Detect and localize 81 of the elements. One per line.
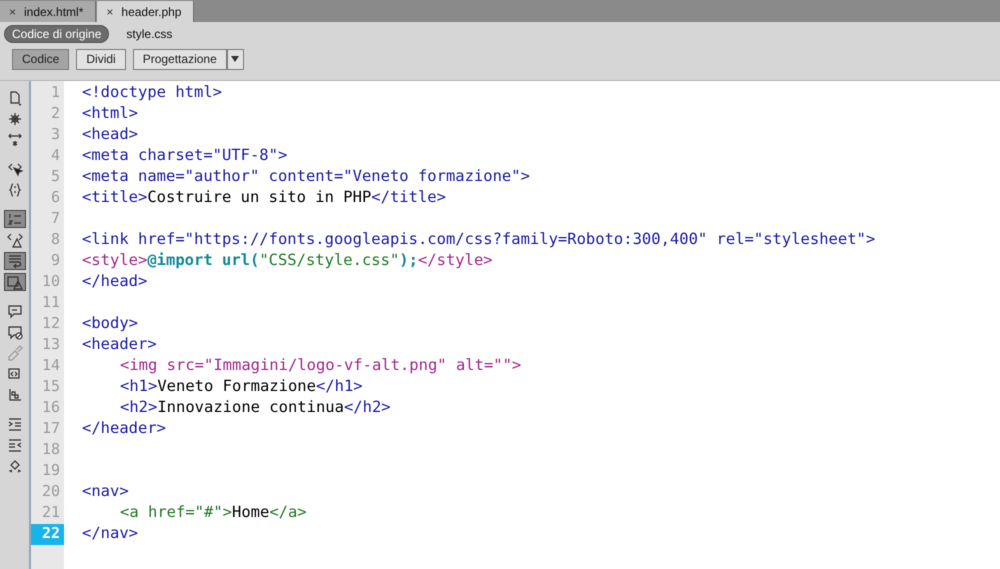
- code-token: @import url(: [147, 251, 260, 269]
- code-token: Home: [232, 503, 270, 521]
- code-token: </head>: [82, 272, 148, 290]
- outdent-icon: [6, 437, 22, 453]
- line-number: 3: [50, 125, 61, 145]
- code-token: <h1>: [120, 377, 158, 395]
- tool-button[interactable]: [4, 252, 26, 270]
- code-token: );: [399, 251, 418, 269]
- code-token: <meta name="author" content="Veneto formazione">: [82, 167, 530, 185]
- code-token: </nav>: [82, 524, 138, 542]
- line-number: 16: [40, 398, 61, 418]
- line-number: 19: [40, 461, 61, 481]
- tool-button[interactable]: [4, 210, 26, 228]
- line-number: 5: [50, 167, 61, 187]
- expand-icon: [6, 132, 22, 148]
- view-button[interactable]: Codice: [12, 48, 70, 70]
- code-token: <link href="https://fonts.googleapis.com/css?family=Roboto:300,400" rel="stylesheet">: [82, 230, 876, 248]
- close-tab-button[interactable]: ×: [9, 4, 16, 18]
- dropdown-button[interactable]: [226, 48, 244, 70]
- code-token: </style>: [418, 251, 493, 269]
- line-number: 22: [31, 524, 64, 545]
- asterisk-icon: [6, 111, 22, 127]
- line-number: 14: [40, 356, 61, 376]
- code-token: <meta charset="UTF-8">: [82, 146, 288, 164]
- line-number: 9: [50, 251, 61, 271]
- line-number: 7: [50, 209, 61, 229]
- braces-icon: [6, 182, 22, 198]
- line-number: 8: [50, 230, 61, 250]
- code-token: <h2>: [120, 398, 158, 416]
- code-token: </h2>: [344, 398, 391, 416]
- code-token: </header>: [82, 419, 166, 437]
- code-token: Veneto Formazione: [157, 377, 316, 395]
- line-number: 20: [40, 482, 61, 502]
- code-token: Costruire un sito in PHP: [147, 188, 372, 206]
- code-token: </a>: [269, 503, 307, 521]
- code-token: <img src="Immagini/logo-vf-alt.png" alt="">: [120, 356, 522, 374]
- line-number: 13: [40, 335, 61, 355]
- line-number: 1: [50, 83, 61, 103]
- view-button[interactable]: Dividi: [76, 48, 126, 70]
- uncomment-icon: [6, 324, 22, 340]
- caret-icon: [231, 56, 240, 62]
- line-number: 18: [40, 440, 61, 460]
- code-token: <title>: [82, 188, 148, 206]
- code-token: Innovazione continua: [157, 398, 344, 416]
- close-tab-button[interactable]: ×: [106, 4, 114, 18]
- line-number: 15: [40, 377, 61, 397]
- tab-label: index.html*: [24, 4, 84, 18]
- line-number: 10: [40, 272, 61, 292]
- line-number: 17: [40, 419, 61, 439]
- warning-icon: [6, 232, 22, 248]
- code-token: <!doctype html>: [82, 83, 222, 101]
- code-token: </title>: [371, 188, 446, 206]
- document-tab[interactable]: × index.html*: [0, 1, 96, 22]
- view-button[interactable]: Progettazione: [132, 48, 227, 70]
- code-token: <a href="#">: [120, 503, 232, 521]
- document-tab[interactable]: × header.php: [97, 1, 194, 22]
- code-token: <body>: [82, 314, 138, 332]
- line-number: 6: [50, 188, 61, 208]
- related-file[interactable]: style.css: [119, 26, 180, 42]
- code-token: "CSS/style.css": [259, 251, 400, 269]
- indent-icon: [6, 416, 22, 432]
- tool-button[interactable]: [4, 273, 26, 291]
- code-token: <head>: [82, 125, 138, 143]
- line-number: 2: [50, 104, 61, 124]
- line-number: 4: [50, 146, 61, 166]
- format-icon: [6, 387, 22, 403]
- line-numbers-icon: [6, 211, 22, 227]
- select-tag-icon: [6, 161, 22, 177]
- warning-icon: [6, 274, 22, 290]
- code-token: <header>: [82, 335, 157, 353]
- code-token: <style>: [82, 251, 148, 269]
- word-wrap-icon: [6, 253, 22, 269]
- line-number: 21: [40, 503, 61, 523]
- code-token: <html>: [82, 104, 138, 122]
- comment-icon: [6, 303, 22, 319]
- code-token: </h1>: [316, 377, 363, 395]
- line-number: 11: [40, 293, 61, 313]
- tab-label: header.php: [121, 4, 182, 18]
- code-token: <nav>: [82, 482, 129, 500]
- related-file[interactable]: Codice di origine: [4, 24, 110, 42]
- line-number: 12: [40, 314, 61, 334]
